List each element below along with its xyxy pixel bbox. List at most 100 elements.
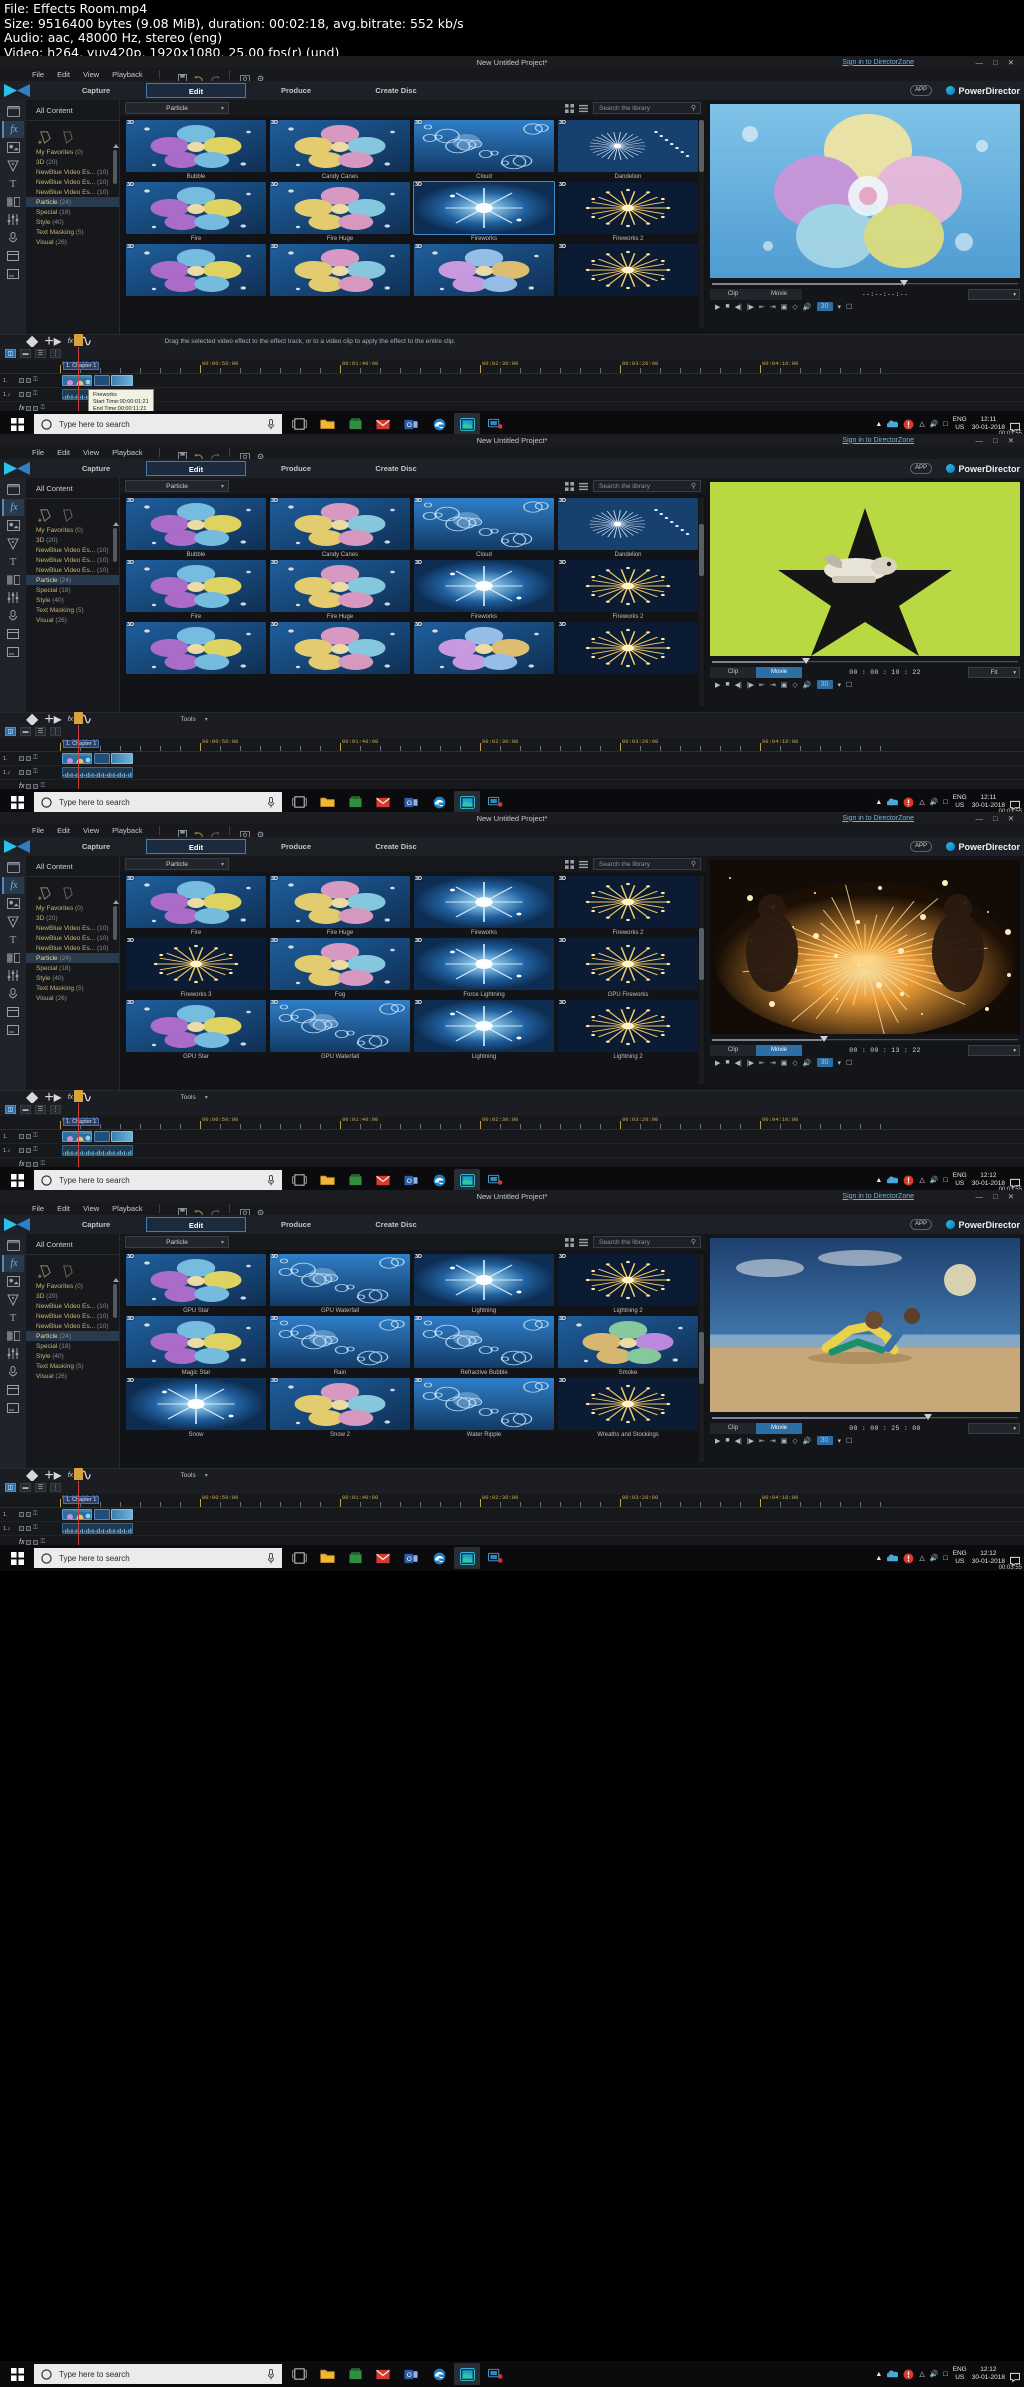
- effect-cell[interactable]: 3D Wreaths and Stockings: [558, 1378, 698, 1438]
- directorzone-signin-link[interactable]: Sign in to DirectorZone: [842, 815, 914, 822]
- effect-thumbnail[interactable]: 3D: [270, 1254, 410, 1306]
- input-language-indicator[interactable]: ENG US: [953, 794, 967, 810]
- app-badge[interactable]: APP: [910, 85, 932, 96]
- track-manager-button[interactable]: ☰: [35, 1105, 46, 1114]
- menu-item-file[interactable]: File: [32, 826, 44, 835]
- effect-cell[interactable]: 3D GPU Star: [126, 1000, 266, 1060]
- marker-button[interactable]: ◇: [792, 1437, 797, 1445]
- menu-item-view[interactable]: View: [83, 70, 99, 79]
- mail-icon[interactable]: [370, 1547, 396, 1569]
- storyboard-view-button[interactable]: ▬: [20, 1105, 31, 1114]
- menu-item-edit[interactable]: Edit: [57, 1204, 70, 1213]
- particle-room-icon[interactable]: [2, 535, 24, 552]
- store-icon[interactable]: [342, 791, 368, 813]
- snapshot-button[interactable]: ▣: [781, 1437, 788, 1445]
- grid-view-icon[interactable]: [565, 103, 574, 113]
- track-mute-checkbox[interactable]: [26, 1526, 31, 1531]
- preview-video[interactable]: [710, 104, 1020, 278]
- effect-cell[interactable]: 3D: [414, 622, 554, 676]
- powerdirector-icon[interactable]: [454, 1169, 480, 1191]
- effect-thumbnail[interactable]: 3D: [126, 182, 266, 234]
- audio-clip[interactable]: [62, 1522, 133, 1534]
- network-icon[interactable]: △: [919, 1176, 924, 1184]
- onedrive-icon[interactable]: [887, 1553, 899, 1564]
- effect-thumbnail[interactable]: 3D: [270, 498, 410, 550]
- pip-objects-room-icon[interactable]: [2, 1273, 24, 1290]
- mail-icon[interactable]: [370, 2363, 396, 2385]
- list-view-icon[interactable]: [579, 482, 588, 491]
- effect-room-icon[interactable]: fx: [2, 1255, 24, 1272]
- screen-capture-icon[interactable]: [239, 70, 250, 83]
- effect-thumbnail[interactable]: 3D: [414, 1316, 554, 1368]
- battery-icon[interactable]: □: [943, 421, 947, 428]
- library-nav-item[interactable]: 3D (20): [26, 535, 119, 545]
- next-frame-button[interactable]: |▶: [747, 1059, 754, 1067]
- timeline-track[interactable]: 1. ⚿: [0, 374, 1024, 388]
- scroll-thumb[interactable]: [113, 1284, 117, 1318]
- tab-produce[interactable]: Produce: [246, 1217, 346, 1232]
- title-room-icon[interactable]: T: [2, 175, 24, 192]
- menu-item-view[interactable]: View: [83, 826, 99, 835]
- chapter-marker[interactable]: 1. Chapter 1: [63, 362, 100, 370]
- task-view-icon[interactable]: [286, 791, 312, 813]
- chapter-room-icon[interactable]: [2, 247, 24, 264]
- voice-over-room-icon[interactable]: [2, 985, 24, 1002]
- redo-icon[interactable]: [210, 826, 219, 838]
- clock[interactable]: 12:11 30-01-2018: [972, 416, 1005, 432]
- grid-scroll-thumb[interactable]: [699, 1332, 704, 1384]
- effect-thumbnail[interactable]: 3D: [414, 1378, 554, 1430]
- app-badge[interactable]: APP: [910, 1219, 932, 1230]
- effect-thumbnail[interactable]: 3D: [126, 876, 266, 928]
- prev-frame-button[interactable]: ◀|: [735, 1437, 742, 1445]
- comment-button[interactable]: ☐: [846, 681, 852, 689]
- taskbar-search-input[interactable]: Type here to search: [34, 2364, 282, 2384]
- mail-icon[interactable]: [370, 791, 396, 813]
- effect-cell[interactable]: 3D Rain: [270, 1316, 410, 1376]
- effect-cell[interactable]: 3D Fire Huge: [270, 182, 410, 242]
- step-forward-button[interactable]: ⇥: [770, 1059, 776, 1067]
- track-body[interactable]: [58, 780, 1024, 790]
- effect-cell[interactable]: 3D GPU Waterfall: [270, 1254, 410, 1314]
- effect-cell[interactable]: 3D Fireworks: [413, 181, 555, 242]
- marker-button[interactable]: ◇: [792, 1059, 797, 1067]
- volume-button[interactable]: 🔊: [803, 1437, 812, 1445]
- effect-cell[interactable]: 3D Fire: [126, 182, 266, 242]
- marker-button[interactable]: ◇: [792, 681, 797, 689]
- track-visibility-checkbox[interactable]: [19, 1148, 24, 1153]
- file-explorer-icon[interactable]: [314, 413, 340, 435]
- effect-cell[interactable]: 3D Snow 2: [270, 1378, 410, 1438]
- library-nav-item[interactable]: NewBlue Video Es... (10): [26, 1311, 119, 1321]
- timeline-view-button[interactable]: ◫: [5, 727, 16, 736]
- effect-thumbnail[interactable]: 3D: [270, 876, 410, 928]
- effect-cell[interactable]: 3D Smoke: [558, 1316, 698, 1376]
- video-clip[interactable]: [111, 1130, 133, 1142]
- effect-thumbnail[interactable]: 3D: [558, 876, 698, 928]
- powerdirector-icon[interactable]: [454, 2363, 480, 2385]
- snapshot-button[interactable]: ▣: [781, 303, 788, 311]
- file-explorer-icon[interactable]: [314, 1547, 340, 1569]
- effects-grid-scrollbar[interactable]: [699, 498, 704, 706]
- video-clip[interactable]: [111, 752, 133, 764]
- library-nav-item[interactable]: NewBlue Video Es... (10): [26, 923, 119, 933]
- chapter-marker[interactable]: 1. Chapter 1: [63, 1118, 100, 1126]
- security-alert-icon[interactable]: [903, 419, 914, 430]
- grid-view-icon[interactable]: [565, 481, 574, 491]
- network-icon[interactable]: △: [919, 1554, 924, 1562]
- taskbar-search-input[interactable]: Type here to search: [34, 414, 282, 434]
- library-nav-item[interactable]: Style (40): [26, 973, 119, 983]
- effect-thumbnail[interactable]: 3D: [558, 1254, 698, 1306]
- particle-room-icon[interactable]: [2, 1291, 24, 1308]
- effect-cell[interactable]: 3D Fire: [126, 560, 266, 620]
- prev-frame-button[interactable]: ◀|: [735, 1059, 742, 1067]
- effect-cell[interactable]: 3D GPU Fireworks: [558, 938, 698, 998]
- storyboard-view-button[interactable]: ▬: [20, 727, 31, 736]
- track-visibility-checkbox[interactable]: [19, 1512, 24, 1517]
- directorzone-signin-link[interactable]: Sign in to DirectorZone: [842, 59, 914, 66]
- library-nav-item[interactable]: NewBlue Video Es... (10): [26, 187, 119, 197]
- effect-thumbnail[interactable]: 3D: [126, 1378, 266, 1430]
- effect-thumbnail[interactable]: 3D: [270, 1000, 410, 1052]
- library-nav-item[interactable]: My Favorites (0): [26, 525, 119, 535]
- tab-create-disc[interactable]: Create Disc: [346, 1217, 446, 1232]
- clock[interactable]: 12:11 30-01-2018: [972, 794, 1005, 810]
- track-visibility-checkbox[interactable]: [19, 770, 24, 775]
